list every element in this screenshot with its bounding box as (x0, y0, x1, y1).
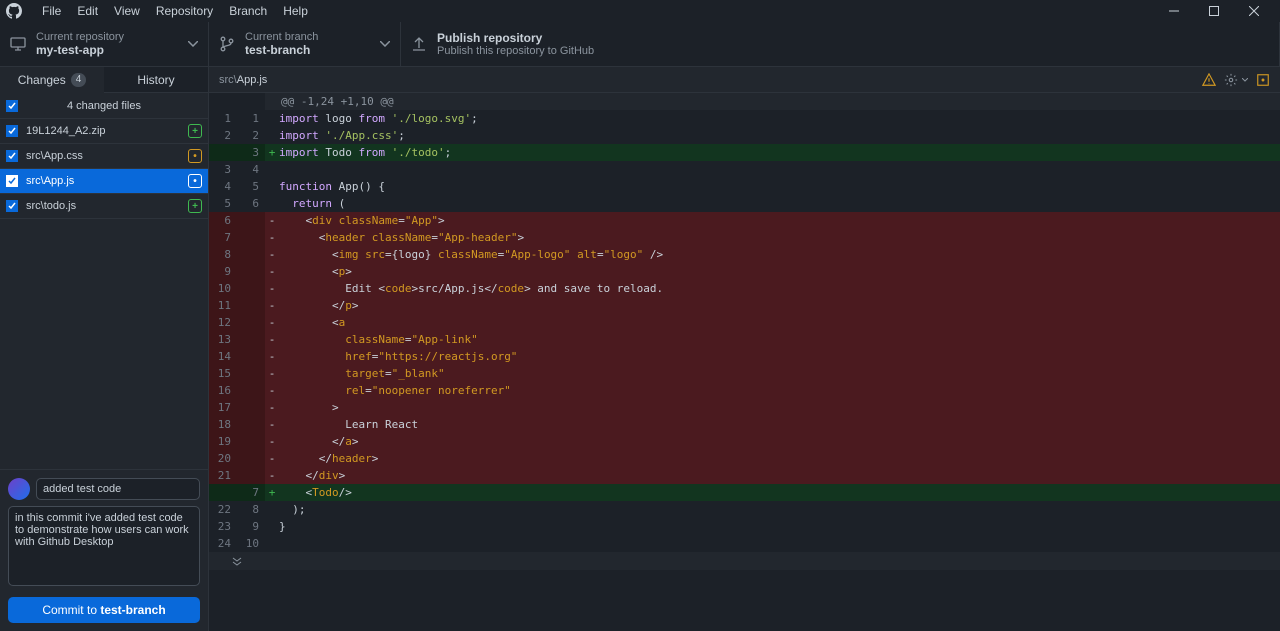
diff-hunk-header: @@ -1,24 +1,10 @@ (209, 93, 1280, 110)
diff-line: 239 } (209, 518, 1280, 535)
diff-line: 56 return ( (209, 195, 1280, 212)
expand-down-icon (231, 555, 243, 567)
diff-line: 8- <img src={logo} className="App-logo" … (209, 246, 1280, 263)
file-row[interactable]: src\App.css• (0, 144, 208, 169)
file-name: src\App.js (26, 175, 188, 187)
commit-button[interactable]: Commit to test-branch (8, 597, 200, 623)
file-name: 19L1244_A2.zip (26, 125, 188, 137)
chevron-down-icon (380, 41, 390, 47)
diff-line: 15- target="_blank" (209, 365, 1280, 382)
expand-icon[interactable] (1256, 73, 1270, 87)
diff-line: 10- Edit <code>src/App.js</code> and sav… (209, 280, 1280, 297)
diff-line: 20- </header> (209, 450, 1280, 467)
diff-line: 2410 (209, 535, 1280, 552)
repo-label: Current repository (36, 31, 182, 43)
tab-changes-label: Changes (18, 73, 66, 87)
file-checkbox[interactable] (6, 175, 18, 187)
menu-item-file[interactable]: File (34, 2, 69, 20)
file-row[interactable]: src\todo.js+ (0, 194, 208, 219)
chevron-down-icon[interactable] (1242, 78, 1248, 82)
menu-item-edit[interactable]: Edit (69, 2, 106, 20)
expand-down[interactable] (209, 552, 1280, 570)
file-name: src\todo.js (26, 200, 188, 212)
file-checkbox[interactable] (6, 200, 18, 212)
diff-body[interactable]: @@ -1,24 +1,10 @@ 11 import logo from '.… (209, 93, 1280, 631)
commit-button-prefix: Commit to (42, 603, 100, 617)
menu-item-view[interactable]: View (106, 2, 148, 20)
branch-label: Current branch (245, 31, 374, 43)
chevron-down-icon (188, 41, 198, 47)
repo-value: my-test-app (36, 43, 182, 57)
publish-subtitle: Publish this repository to GitHub (437, 45, 1269, 57)
branch-icon (219, 36, 235, 52)
file-checkbox[interactable] (6, 125, 18, 137)
diff-line: 3+import Todo from './todo'; (209, 144, 1280, 161)
files-count-label: 4 changed files (67, 100, 141, 112)
diff-line: 11 import logo from './logo.svg'; (209, 110, 1280, 127)
commit-summary-input[interactable] (36, 478, 200, 500)
menu-item-branch[interactable]: Branch (221, 2, 275, 20)
file-row[interactable]: src\App.js• (0, 169, 208, 194)
close-button[interactable] (1234, 0, 1274, 22)
select-all-checkbox[interactable] (6, 100, 18, 112)
file-status-badge: • (188, 174, 202, 188)
diff-line: 11- </p> (209, 297, 1280, 314)
tab-history-label: History (137, 73, 174, 87)
diff-line: 45 function App() { (209, 178, 1280, 195)
desktop-icon (10, 36, 26, 52)
file-name: src\App.css (26, 150, 188, 162)
file-row[interactable]: 19L1244_A2.zip+ (0, 119, 208, 144)
files-header: 4 changed files (0, 93, 208, 119)
file-status-badge: + (188, 199, 202, 213)
diff-line: 228 ); (209, 501, 1280, 518)
tab-changes[interactable]: Changes 4 (0, 67, 104, 93)
file-list: 19L1244_A2.zip+src\App.css•src\App.js•sr… (0, 119, 208, 469)
branch-value: test-branch (245, 43, 374, 57)
sidebar: Changes 4 History 4 changed files 19L124… (0, 67, 209, 631)
commit-area: Commit to test-branch (0, 469, 208, 631)
diff-line: 14- href="https://reactjs.org" (209, 348, 1280, 365)
diff-line: 9- <p> (209, 263, 1280, 280)
menubar: FileEditViewRepositoryBranchHelp (0, 0, 1280, 22)
diff-line: 13- className="App-link" (209, 331, 1280, 348)
tab-history[interactable]: History (104, 67, 208, 93)
upload-icon (411, 36, 427, 52)
file-status-badge: + (188, 124, 202, 138)
diff-line: 6- <div className="App"> (209, 212, 1280, 229)
maximize-button[interactable] (1194, 0, 1234, 22)
diff-line: 22 import './App.css'; (209, 127, 1280, 144)
gear-icon[interactable] (1224, 73, 1238, 87)
diff-file-path: src\App.js (219, 74, 267, 86)
repo-selector[interactable]: Current repository my-test-app (0, 22, 209, 66)
diff-line: 7- <header className="App-header"> (209, 229, 1280, 246)
github-logo-icon (6, 3, 22, 19)
avatar (8, 478, 30, 500)
file-status-badge: • (188, 149, 202, 163)
publish-title: Publish repository (437, 31, 1269, 45)
diff-line: 7+ <Todo/> (209, 484, 1280, 501)
diff-panel: src\App.js @@ -1,24 +1,10 @@ 11 import l… (209, 67, 1280, 631)
tab-changes-count: 4 (71, 73, 87, 87)
diff-line: 21- </div> (209, 467, 1280, 484)
diff-line: 18- Learn React (209, 416, 1280, 433)
toolbar: Current repository my-test-app Current b… (0, 22, 1280, 67)
window-controls (1154, 0, 1274, 22)
minimize-button[interactable] (1154, 0, 1194, 22)
commit-button-branch: test-branch (100, 603, 165, 617)
warning-icon[interactable] (1202, 73, 1216, 87)
commit-description-input[interactable] (8, 506, 200, 586)
diff-line: 17- > (209, 399, 1280, 416)
publish-button[interactable]: Publish repository Publish this reposito… (401, 22, 1280, 66)
menu-item-help[interactable]: Help (275, 2, 316, 20)
diff-line: 12- <a (209, 314, 1280, 331)
branch-selector[interactable]: Current branch test-branch (209, 22, 401, 66)
diff-line: 19- </a> (209, 433, 1280, 450)
file-checkbox[interactable] (6, 150, 18, 162)
menu-item-repository[interactable]: Repository (148, 2, 221, 20)
diff-line: 16- rel="noopener noreferrer" (209, 382, 1280, 399)
diff-line: 34 (209, 161, 1280, 178)
